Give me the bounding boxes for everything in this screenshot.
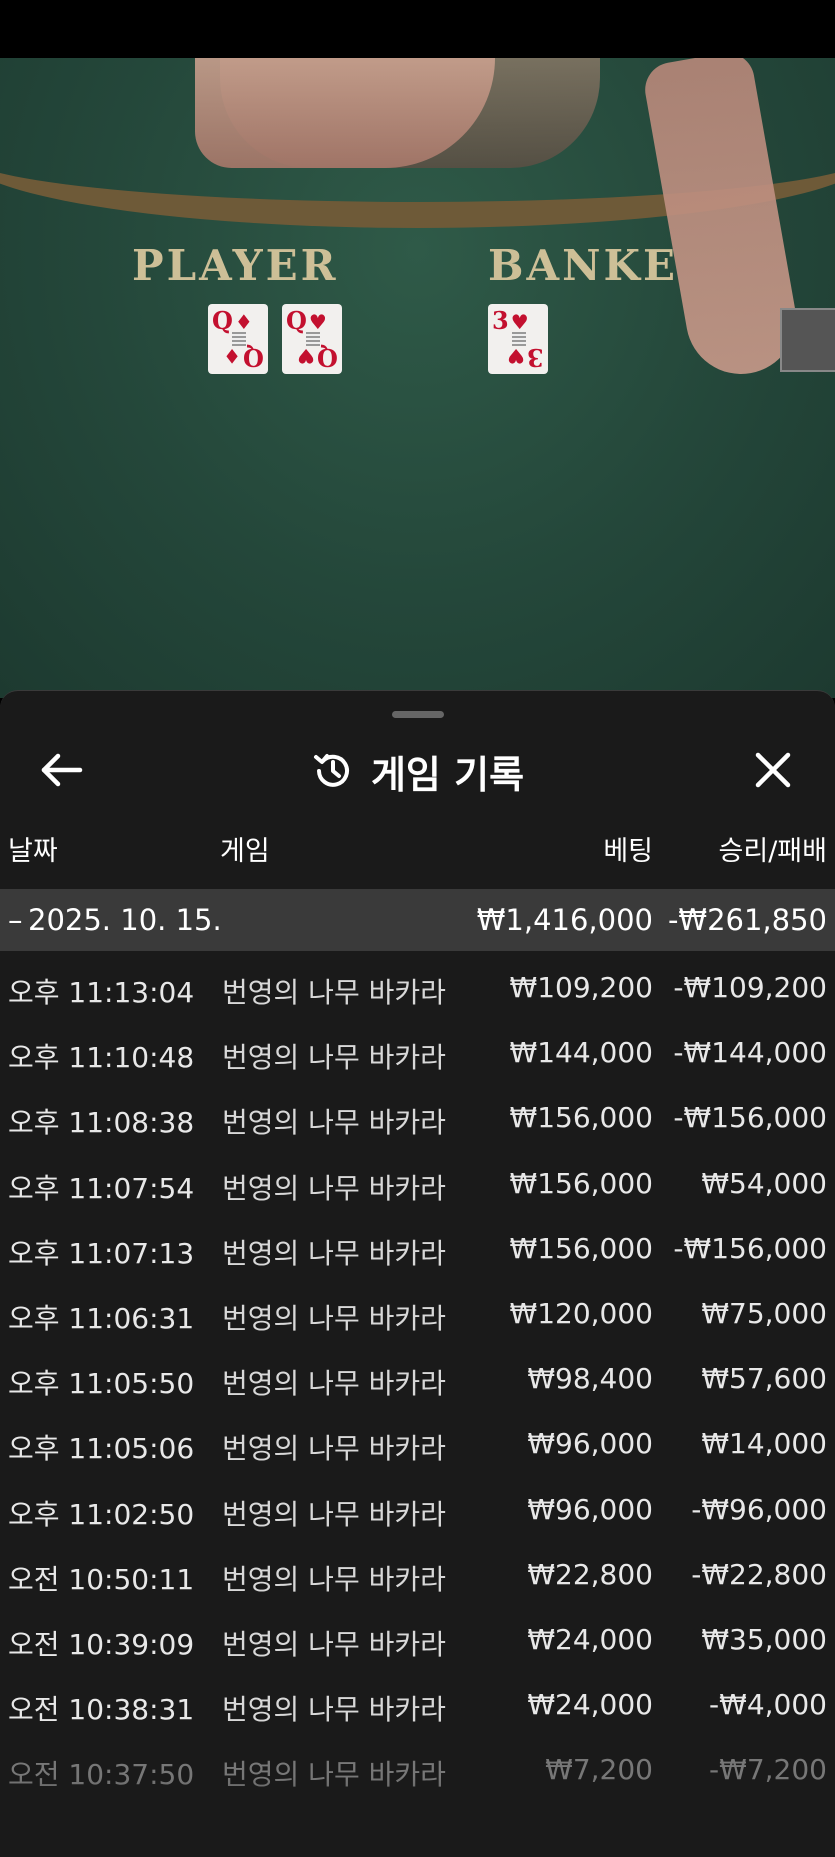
row-bet: ₩144,000 <box>509 1036 653 1070</box>
row-result: ₩35,000 <box>701 1622 827 1656</box>
column-header-bet: 베팅 <box>603 836 653 867</box>
row-game: 번영의 나무 바카라 <box>222 1693 446 1727</box>
table-row[interactable]: 오후 11:05:50 번영의 나무 바카라 ₩98,400 ₩57,600 <box>0 1344 835 1409</box>
table-row[interactable]: 오후 11:13:04 번영의 나무 바카라 ₩109,200 -₩109,200 <box>0 953 835 1018</box>
row-game: 번영의 나무 바카라 <box>222 1041 446 1075</box>
row-time: 오후 11:13:04 <box>8 976 195 1009</box>
header-title-group: 게임 기록 <box>0 731 835 811</box>
group-total-bet: ₩1,416,000 <box>476 903 653 937</box>
row-game: 번영의 나무 바카라 <box>222 1301 446 1335</box>
row-bet: ₩98,400 <box>527 1362 653 1396</box>
group-total-result: -₩261,850 <box>667 903 827 937</box>
row-game: 번영의 나무 바카라 <box>222 1106 446 1140</box>
sheet-header: 게임 기록 <box>0 731 835 811</box>
row-time: 오전 10:38:31 <box>8 1693 195 1727</box>
table-row[interactable]: 오후 11:07:13 번영의 나무 바카라 ₩156,000 -₩156,000 <box>0 1214 835 1279</box>
table-row[interactable]: 오전 10:39:09 번영의 나무 바카라 ₩24,000 ₩35,000 <box>0 1605 835 1670</box>
player-card-1: Q ♦ Q♦ <box>208 304 268 374</box>
row-time: 오후 11:02:50 <box>8 1497 195 1531</box>
row-time: 오후 11:07:13 <box>8 1236 195 1270</box>
row-result: -₩96,000 <box>691 1492 827 1526</box>
row-time: 오전 10:37:50 <box>8 1758 195 1792</box>
row-bet: ₩24,000 <box>527 1622 653 1656</box>
row-game: 번영의 나무 바카라 <box>222 1627 446 1661</box>
row-game: 번영의 나무 바카라 <box>222 976 446 1009</box>
row-bet: ₩120,000 <box>509 1296 653 1330</box>
banker-card-1: 3 ♥ 3♥ <box>488 304 548 374</box>
row-bet: ₩96,000 <box>527 1427 653 1461</box>
table-row[interactable]: 오후 11:07:54 번영의 나무 바카라 ₩156,000 ₩54,000 <box>0 1149 835 1214</box>
close-icon <box>755 752 791 788</box>
row-result: ₩54,000 <box>701 1166 827 1200</box>
row-time: 오후 11:05:06 <box>8 1432 195 1466</box>
row-bet: ₩7,200 <box>545 1753 653 1787</box>
table-row[interactable]: 오후 11:02:50 번영의 나무 바카라 ₩96,000 -₩96,000 <box>0 1475 835 1540</box>
card-shoe <box>780 308 835 372</box>
row-time: 오후 11:05:50 <box>8 1367 195 1401</box>
row-time: 오후 11:07:54 <box>8 1171 195 1205</box>
row-result: -₩156,000 <box>673 1231 827 1265</box>
row-game: 번영의 나무 바카라 <box>222 1432 446 1466</box>
row-bet: ₩156,000 <box>509 1231 653 1265</box>
row-bet: ₩22,800 <box>527 1557 653 1591</box>
row-bet: ₩156,000 <box>509 1101 653 1135</box>
table-row[interactable]: 오전 10:37:50 번영의 나무 바카라 ₩7,200 -₩7,200 <box>0 1735 835 1800</box>
table-row[interactable]: 오후 11:08:38 번영의 나무 바카라 ₩156,000 -₩156,000 <box>0 1083 835 1148</box>
column-header-game: 게임 <box>220 836 270 867</box>
row-result: ₩75,000 <box>701 1296 827 1330</box>
row-game: 번영의 나무 바카라 <box>222 1171 446 1205</box>
banker-label: BANKE <box>488 241 678 290</box>
close-button[interactable] <box>750 747 796 793</box>
table-row[interactable]: 오후 11:05:06 번영의 나무 바카라 ₩96,000 ₩14,000 <box>0 1409 835 1474</box>
row-bet: ₩109,200 <box>509 971 653 1004</box>
group-date: 2025. 10. 15. <box>28 903 222 937</box>
drag-handle[interactable] <box>392 711 444 718</box>
row-game: 번영의 나무 바카라 <box>222 1497 446 1531</box>
date-group-row[interactable]: – 2025. 10. 15. ₩1,416,000 -₩261,850 <box>0 889 835 951</box>
row-result: -₩7,200 <box>709 1753 827 1787</box>
row-time: 오전 10:39:09 <box>8 1627 195 1661</box>
game-history-sheet: 게임 기록 날짜 게임 베팅 승리/패배 – 2025. 10. 15. ₩1,… <box>0 690 835 1857</box>
table-row[interactable]: 오전 10:50:11 번영의 나무 바카라 ₩22,800 -₩22,800 <box>0 1540 835 1605</box>
row-bet: ₩156,000 <box>509 1166 653 1200</box>
row-game: 번영의 나무 바카라 <box>222 1236 446 1270</box>
row-game: 번영의 나무 바카라 <box>222 1367 446 1401</box>
row-bet: ₩24,000 <box>527 1688 653 1722</box>
collapse-toggle[interactable]: – <box>8 903 23 937</box>
table-row[interactable]: 오후 11:06:31 번영의 나무 바카라 ₩120,000 ₩75,000 <box>0 1279 835 1344</box>
row-time: 오후 11:08:38 <box>8 1106 195 1140</box>
row-time: 오전 10:50:11 <box>8 1562 195 1596</box>
row-game: 번영의 나무 바카라 <box>222 1562 446 1596</box>
row-result: ₩14,000 <box>701 1427 827 1461</box>
player-label: PLAYER <box>132 241 339 290</box>
live-video-feed: PLAYER BANKE Q ♦ Q♦ Q ♥ Q♥ 3 ♥ 3♥ <box>0 58 835 698</box>
row-result: -₩22,800 <box>691 1557 827 1591</box>
row-result: ₩57,600 <box>701 1362 827 1396</box>
row-result: -₩156,000 <box>673 1101 827 1135</box>
row-time: 오후 11:10:48 <box>8 1041 195 1075</box>
row-time: 오후 11:06:31 <box>8 1301 195 1335</box>
column-header-date: 날짜 <box>8 836 58 867</box>
row-bet: ₩96,000 <box>527 1492 653 1526</box>
column-header-result: 승리/패배 <box>718 836 827 867</box>
row-game: 번영의 나무 바카라 <box>222 1758 446 1792</box>
history-icon <box>313 754 349 787</box>
history-list: 오후 11:13:04 번영의 나무 바카라 ₩109,200 -₩109,200 오후… <box>0 953 835 1800</box>
page-title: 게임 기록 <box>370 752 525 797</box>
row-result: -₩4,000 <box>709 1688 827 1722</box>
row-result: -₩109,200 <box>673 971 827 1004</box>
player-card-2: Q ♥ Q♥ <box>282 304 342 374</box>
table-row[interactable]: 오전 10:38:31 번영의 나무 바카라 ₩24,000 -₩4,000 <box>0 1670 835 1735</box>
row-result: -₩144,000 <box>673 1036 827 1070</box>
top-black-bar <box>0 0 835 58</box>
table-row[interactable]: 오후 11:10:48 번영의 나무 바카라 ₩144,000 -₩144,000 <box>0 1018 835 1083</box>
